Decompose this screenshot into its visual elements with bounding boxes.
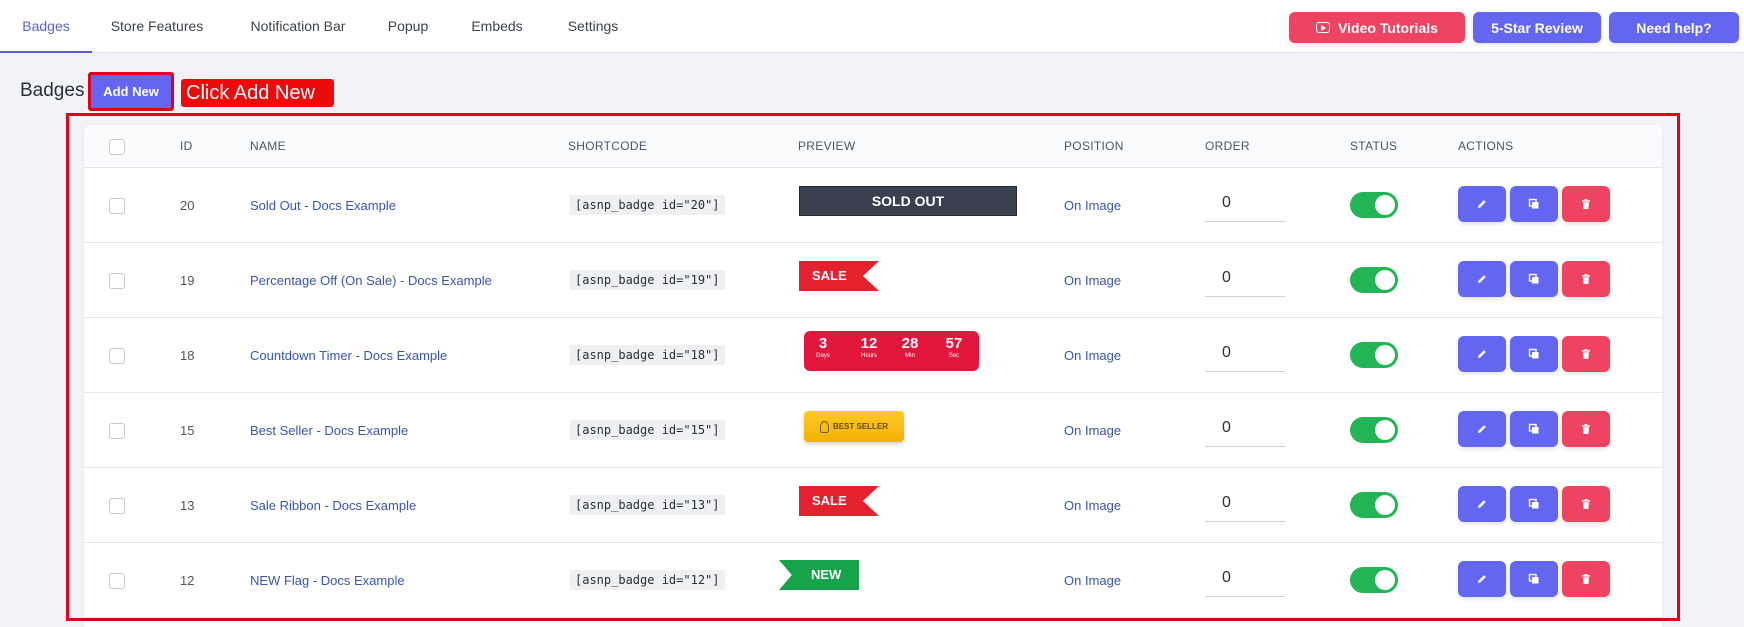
need-help-button[interactable]: Need help? <box>1609 12 1739 43</box>
tab-badges[interactable]: Badges <box>0 0 92 53</box>
video-tutorials-button[interactable]: Video Tutorials <box>1289 12 1465 43</box>
tab-settings[interactable]: Settings <box>565 0 621 53</box>
tab-embeds[interactable]: Embeds <box>468 0 526 53</box>
tab-store-features[interactable]: Store Features <box>106 0 208 53</box>
video-icon <box>1316 22 1331 33</box>
instruction-callout: Click Add New <box>181 79 334 107</box>
tab-notification-bar[interactable]: Notification Bar <box>240 0 356 53</box>
add-new-button[interactable]: Add New <box>88 72 174 111</box>
top-nav: Badges Store Features Notification Bar P… <box>0 0 1744 53</box>
page-title: Badges <box>20 80 85 101</box>
five-star-review-button[interactable]: 5-Star Review <box>1473 12 1601 43</box>
tab-popup[interactable]: Popup <box>384 0 432 53</box>
video-tutorials-label: Video Tutorials <box>1338 19 1438 36</box>
highlight-frame <box>66 113 1680 621</box>
